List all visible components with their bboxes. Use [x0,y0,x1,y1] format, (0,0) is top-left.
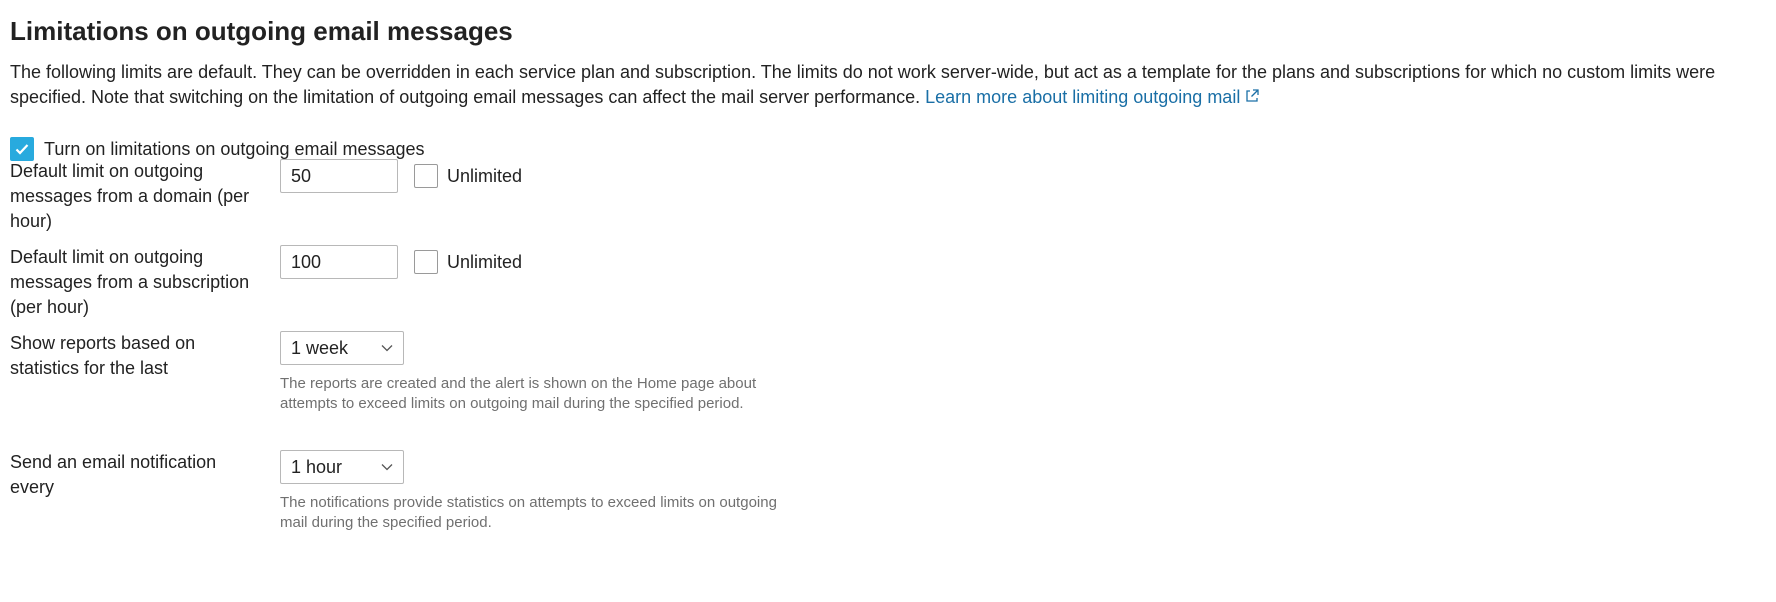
section-title: Limitations on outgoing email messages [10,16,513,46]
report-period-select[interactable]: 1 week [280,331,404,365]
subscription-unlimited-option[interactable]: Unlimited [414,250,522,274]
domain-unlimited-checkbox[interactable] [414,164,438,188]
outgoing-mail-limits-section: Limitations on outgoing email messages T… [10,14,1766,531]
external-link-icon [1246,89,1259,102]
limits-toggle[interactable]: Turn on limitations on outgoing email me… [10,137,425,161]
subscription-limit-field: Unlimited [280,245,522,279]
notification-period-hint: The notifications provide statistics on … [280,494,777,531]
subscription-limit-input[interactable] [280,245,398,279]
notification-period-label: Send an email notification every [10,452,217,497]
domain-unlimited-label: Unlimited [447,165,523,186]
notification-period-select[interactable]: 1 hour [280,450,404,484]
limits-toggle-label: Turn on limitations on outgoing email me… [44,138,425,159]
subscription-limit-label: Default limit on outgoing messages from … [10,247,250,317]
report-period-hint: The reports are created and the alert is… [280,375,757,412]
report-period-field: 1 week The reports are created and the a… [280,331,780,414]
notification-period-field: 1 hour The notifications provide statist… [280,450,780,533]
report-period-value: 1 week [291,337,349,358]
intro-text: The following limits are default. They c… [10,62,1716,107]
intro-paragraph: The following limits are default. They c… [10,60,1770,110]
domain-limit-input[interactable] [280,159,398,193]
chevron-down-icon [381,464,393,471]
limits-toggle-checkbox[interactable] [10,137,34,161]
report-period-label: Show reports based on statistics for the… [10,333,196,378]
domain-limit-label: Default limit on outgoing messages from … [10,161,250,231]
subscription-unlimited-label: Unlimited [447,251,523,272]
checkmark-icon [15,144,29,155]
domain-limit-field: Unlimited [280,159,522,193]
subscription-unlimited-checkbox[interactable] [414,250,438,274]
learn-more-link[interactable]: Learn more about limiting outgoing mail [925,87,1260,107]
chevron-down-icon [381,345,393,352]
notification-period-value: 1 hour [291,456,343,477]
domain-unlimited-option[interactable]: Unlimited [414,164,522,188]
learn-more-label: Learn more about limiting outgoing mail [925,87,1241,107]
